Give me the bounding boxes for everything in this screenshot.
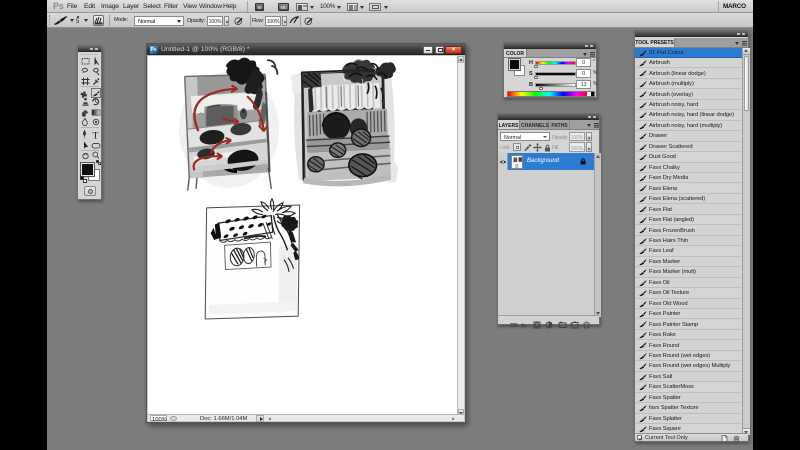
svg-text:T: T (93, 132, 99, 142)
svg-text:fx: fx (521, 323, 527, 330)
